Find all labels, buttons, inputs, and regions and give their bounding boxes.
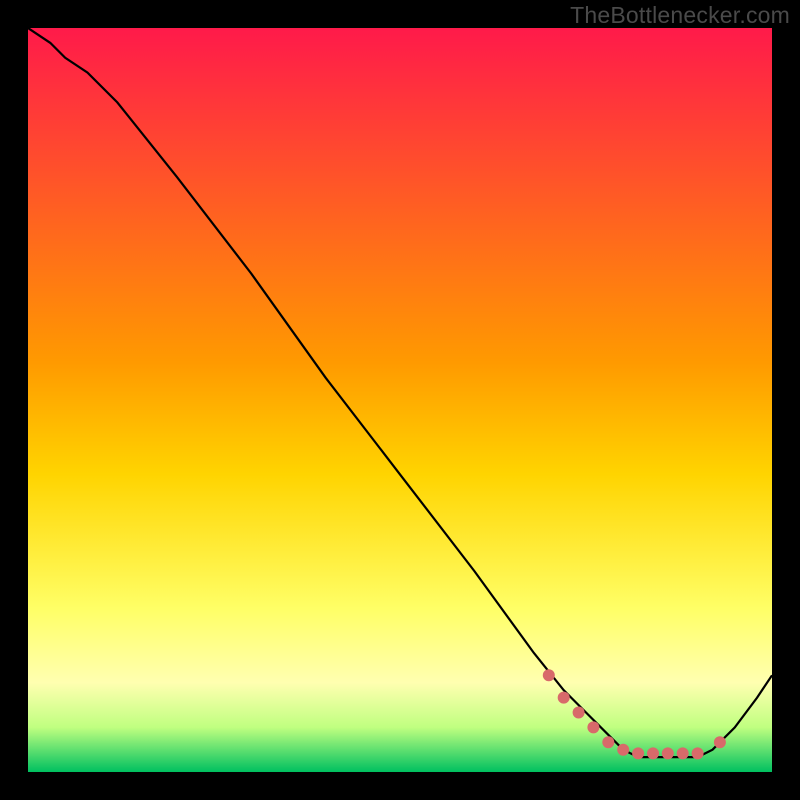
highlight-dot (602, 736, 614, 748)
watermark-text: TheBottlenecker.com (570, 2, 790, 29)
plot-area (28, 28, 772, 772)
highlight-dot (558, 692, 570, 704)
highlight-dot (587, 721, 599, 733)
plot-svg (28, 28, 772, 772)
highlight-dot (647, 747, 659, 759)
highlight-dot (692, 747, 704, 759)
highlight-dot (714, 736, 726, 748)
highlight-dot (677, 747, 689, 759)
gradient-background (28, 28, 772, 772)
highlight-dot (617, 744, 629, 756)
highlight-dot (573, 707, 585, 719)
highlight-dot (632, 747, 644, 759)
chart-frame: TheBottlenecker.com (0, 0, 800, 800)
highlight-dot (662, 747, 674, 759)
highlight-dot (543, 669, 555, 681)
